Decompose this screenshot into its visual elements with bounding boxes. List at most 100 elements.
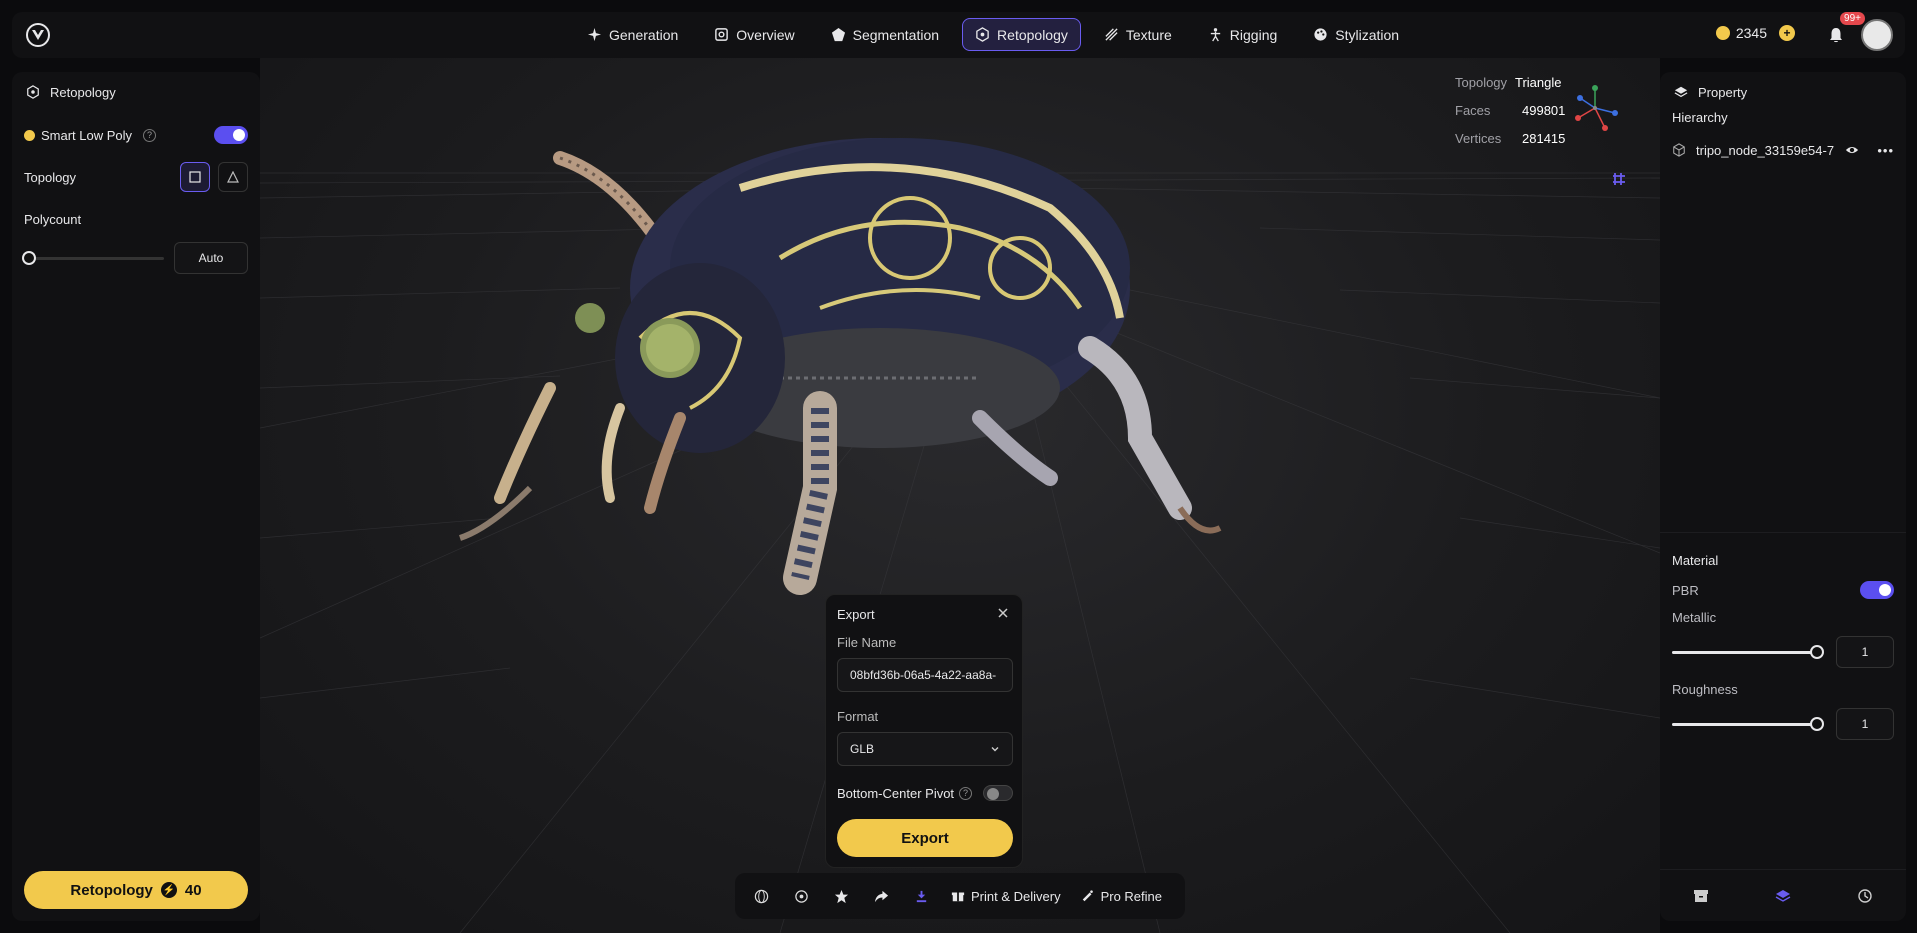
nav-tab-stylization[interactable]: Stylization <box>1300 18 1412 51</box>
gift-icon <box>951 892 965 902</box>
bolt-icon: ⚡ <box>160 882 177 898</box>
nav-tab-label: Rigging <box>1229 26 1278 43</box>
format-select[interactable]: GLB <box>837 732 1013 766</box>
nav-tab-label: Stylization <box>1335 26 1400 43</box>
pro-refine-label: Pro Refine <box>1100 888 1162 904</box>
polycount-label: Polycount <box>24 211 82 227</box>
coin-icon <box>24 129 35 141</box>
palette-icon <box>1314 28 1327 41</box>
slider-handle[interactable] <box>1810 644 1824 659</box>
topology-stat-value: Triangle <box>1515 74 1562 90</box>
top-bar: Generation Overview Segmentation Retopol… <box>12 12 1905 58</box>
avatar[interactable] <box>1861 19 1893 51</box>
hierarchy-node[interactable]: tripo_node_33159e54-7... ••• <box>1660 133 1906 167</box>
beetle-model[interactable] <box>459 138 1222 595</box>
credits-value: 2345 <box>1735 25 1767 41</box>
star-icon <box>834 889 848 903</box>
panel-title: Retopology <box>50 84 116 100</box>
triangle-icon <box>227 171 239 183</box>
slider-handle[interactable] <box>22 250 36 265</box>
slider-handle[interactable] <box>1810 716 1824 731</box>
panel-header: Retopology <box>12 74 260 110</box>
material-label: Material <box>1672 553 1719 568</box>
square-icon <box>189 171 201 183</box>
nav-tab-texture[interactable]: Texture <box>1091 18 1185 51</box>
pbr-label: PBR <box>1672 582 1699 598</box>
file-name-label: File Name <box>837 635 897 650</box>
smart-low-poly-toggle[interactable] <box>214 126 248 144</box>
polycount-slider[interactable] <box>22 250 164 265</box>
pbr-toggle[interactable] <box>1860 581 1894 599</box>
nav-tab-segmentation[interactable]: Segmentation <box>818 18 952 51</box>
help-icon[interactable]: ? <box>143 128 157 142</box>
add-credits-button[interactable]: + <box>1779 25 1795 41</box>
axis-gizmo-icon[interactable] <box>1570 83 1620 133</box>
metallic-slider[interactable] <box>1672 644 1824 659</box>
file-name-input[interactable]: 08bfd36b-06a5-4a22-aa8a- <box>837 658 1013 692</box>
app-logo-icon[interactable] <box>26 23 50 47</box>
sphere-icon <box>754 889 768 903</box>
help-icon[interactable]: ? <box>959 786 973 800</box>
share-button[interactable] <box>865 880 897 912</box>
property-panel: Property Hierarchy tripo_node_33159e54-7… <box>1660 72 1906 921</box>
rotate-button[interactable] <box>785 880 817 912</box>
faces-stat-label: Faces <box>1455 102 1491 118</box>
notification-badge: 99+ <box>1840 12 1865 25</box>
more-options-icon[interactable]: ••• <box>1877 143 1894 158</box>
retopology-icon <box>27 85 39 99</box>
cube-icon <box>1673 143 1685 157</box>
history-icon[interactable] <box>1857 888 1873 904</box>
retopology-icon <box>976 27 989 42</box>
download-button[interactable] <box>905 880 937 912</box>
download-icon <box>916 890 926 902</box>
bottom-toolbar: Print & Delivery Pro Refine <box>735 873 1185 919</box>
grid-toggle-icon[interactable] <box>1612 172 1626 186</box>
faces-stat-value: 499801 <box>1522 102 1566 118</box>
roughness-label: Roughness <box>1672 682 1738 697</box>
format-value: GLB <box>850 742 875 756</box>
scan-icon <box>715 28 729 41</box>
bell-icon[interactable] <box>1827 26 1845 44</box>
archive-icon[interactable] <box>1693 888 1709 904</box>
wireframe-button[interactable] <box>745 880 777 912</box>
layers-icon[interactable] <box>1775 888 1791 904</box>
quad-topology-button[interactable] <box>180 162 210 192</box>
roughness-slider[interactable] <box>1672 716 1824 731</box>
panel-title: Property <box>1698 84 1748 100</box>
nav-tab-rigging[interactable]: Rigging <box>1195 18 1290 51</box>
topology-stat-label: Topology <box>1455 74 1508 90</box>
model-stats: Topology Triangle Faces 499801 Vertices 281… <box>1455 68 1565 152</box>
rigging-icon <box>1210 28 1220 42</box>
vertices-stat-value: 281415 <box>1522 130 1566 146</box>
nav-tab-overview[interactable]: Overview <box>701 18 807 51</box>
pivot-label: Bottom-Center Pivot <box>837 785 955 801</box>
topology-label: Topology <box>24 169 77 185</box>
metallic-input[interactable]: 1 <box>1836 636 1894 668</box>
nav-tab-generation[interactable]: Generation <box>574 18 691 51</box>
pro-refine-button[interactable]: Pro Refine <box>1075 889 1168 904</box>
triangle-topology-button[interactable] <box>218 162 248 192</box>
chevron-down-icon <box>991 747 999 752</box>
export-dialog: Export File Name 08bfd36b-06a5-4a22-aa8a… <box>825 594 1023 868</box>
sparkle-icon <box>587 27 602 42</box>
pivot-toggle[interactable] <box>983 785 1013 801</box>
close-icon[interactable] <box>996 606 1010 620</box>
export-button[interactable]: Export <box>837 819 1013 857</box>
nav-tab-label: Overview <box>736 26 795 43</box>
format-label: Format <box>837 709 879 724</box>
print-delivery-button[interactable]: Print & Delivery <box>945 889 1067 904</box>
nav-tab-label: Texture <box>1125 26 1172 43</box>
roughness-input[interactable]: 1 <box>1836 708 1894 740</box>
polycount-input[interactable]: Auto <box>174 242 248 274</box>
layers-icon <box>1674 86 1688 98</box>
favorite-button[interactable] <box>825 880 857 912</box>
retopology-panel: Retopology Smart Low Poly ? Topology Pol… <box>12 72 260 921</box>
eye-icon[interactable] <box>1845 143 1859 157</box>
nav-tab-retopology[interactable]: Retopology <box>962 18 1081 51</box>
nav-tab-label: Segmentation <box>852 26 940 43</box>
credits: 2345 + <box>1715 25 1795 41</box>
refine-icon <box>1082 890 1093 902</box>
export-dialog-title: Export <box>837 607 875 622</box>
panel-footer-tabs <box>1660 869 1906 921</box>
retopology-button[interactable]: Retopology ⚡ 40 <box>24 871 248 909</box>
